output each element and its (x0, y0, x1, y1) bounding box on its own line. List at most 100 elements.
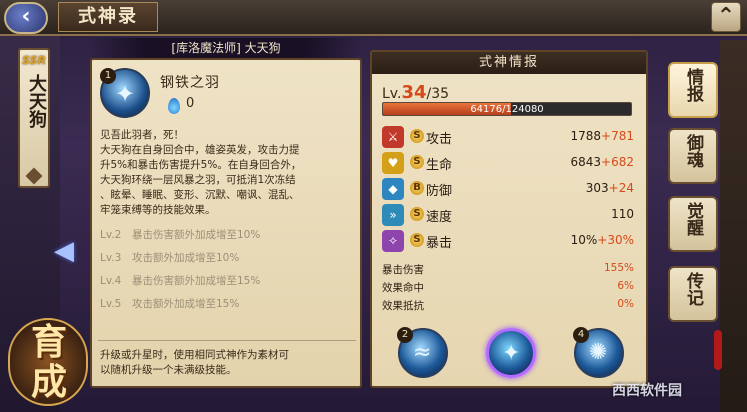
description-line: 升5%和暴击伤害提升5%。在自身回合外， (100, 159, 302, 171)
stats-list: ⚔ S 攻击 1788+781 ♥ S 生命 6843+682 ◆ B 防御 3… (382, 124, 638, 254)
level-line: Lv.34/35 (382, 82, 449, 103)
stat-base: 110 (611, 207, 634, 221)
stat-value: 303+24 (586, 181, 634, 195)
level-text: 暴击伤害额外加成增至10% (132, 229, 261, 241)
sub-stat-value: 6% (617, 280, 634, 292)
level-text: 暴击伤害额外加成增至15% (132, 275, 261, 287)
skill-level-row: Lv.5 攻击额外加成增至15% (100, 293, 354, 316)
growth-label: 育成 (30, 321, 67, 403)
level-tag: Lv.4 (100, 275, 122, 287)
stat-bonus: +682 (601, 155, 634, 169)
tab-info[interactable]: 情报 (668, 62, 718, 118)
shikigami-name: 大天狗 (26, 74, 47, 128)
tab-label: 御魂 (683, 134, 703, 168)
chevron-up-icon: ⌃ (716, 4, 736, 29)
divider (98, 340, 356, 341)
sub-stat-value: 155% (603, 262, 634, 274)
coin-icon: S (410, 233, 424, 247)
stat-name: 攻击 (426, 132, 453, 147)
stat-name: 生命 (426, 158, 453, 173)
right-decoration (720, 40, 747, 412)
description-line: 见吾此羽者，死！ (100, 129, 184, 141)
info-header: 式神情报 (372, 52, 646, 74)
top-bar: ‹ 式神录 ⌃ (0, 0, 747, 36)
sub-stat-row: 效果抵抗 0% (382, 296, 638, 314)
orb-cost: 0 (186, 96, 195, 111)
skill-slot-number: 2 (397, 327, 413, 343)
level-tag: Lv.3 (100, 252, 122, 264)
stat-row-attack: ⚔ S 攻击 1788+781 (382, 124, 638, 150)
stat-value: 6843+682 (570, 155, 634, 169)
orb-icon (168, 98, 180, 114)
level-text: 攻击额外加成增至15% (132, 298, 240, 310)
stat-value: 1788+781 (570, 129, 634, 143)
skill-slot-1-selected[interactable]: ✦ (486, 328, 536, 378)
wind-icon: ≈ (413, 340, 432, 365)
level-prefix: Lv. (382, 86, 402, 102)
stat-name: 速度 (426, 210, 453, 225)
note-line: 升级或升星时，使用相同式神作为素材可 (100, 349, 289, 361)
tab-label: 传记 (683, 272, 703, 306)
stat-name: 暴击 (426, 236, 453, 251)
sub-stat-name: 暴击伤害 (382, 264, 424, 276)
stat-value: 110 (611, 207, 634, 221)
level-current: 34 (401, 82, 427, 103)
coin-icon: B (410, 181, 424, 195)
heart-icon: ♥ (382, 152, 404, 174)
description-line: 牢笼束缚等的技能效果。 (100, 204, 216, 216)
stat-bonus: +24 (608, 181, 634, 195)
boot-icon: » (382, 204, 404, 226)
description-line: 、眩晕、睡眠、变形、沉默、嘲讽、混乱、 (100, 189, 300, 201)
stat-value: 10%+30% (571, 233, 634, 247)
attack-icon: ⚔ (382, 126, 404, 148)
coin-icon: S (410, 129, 424, 143)
level-text: 攻击额外加成增至10% (132, 252, 240, 264)
level-max: /35 (426, 86, 450, 102)
skill-level-row: Lv.3 攻击额外加成增至10% (100, 247, 354, 270)
skill-slot-4[interactable]: 4 ✺ (573, 327, 624, 378)
tab-soul[interactable]: 御魂 (668, 128, 718, 184)
skill-name: 钢铁之羽 (160, 75, 220, 91)
stat-bonus: +781 (601, 129, 634, 143)
stat-row-speed: » S 速度 110 (382, 202, 638, 228)
stat-name: 防御 (426, 184, 453, 199)
shikigami-full-title: [库洛魔法师] 大天狗 (90, 38, 362, 58)
stat-row-defense: ◆ B 防御 303+24 (382, 176, 638, 202)
tab-awaken[interactable]: 觉醒 (668, 196, 718, 252)
watermark: 西西软件园 (612, 383, 682, 399)
skill-level-row: Lv.4 暴击伤害额外加成增至15% (100, 270, 354, 293)
skill-level-badge: 1 (100, 68, 116, 84)
note-line: 以随机升级一个未满级技能。 (100, 364, 237, 376)
sub-stat-row: 效果命中 6% (382, 278, 638, 296)
claw-icon: ✺ (589, 340, 608, 365)
previous-arrow-icon[interactable]: ◀ (54, 238, 84, 264)
crit-icon: ✧ (382, 230, 404, 252)
back-button[interactable]: ‹ (4, 2, 48, 34)
tab-label: 情报 (683, 68, 703, 102)
exp-text: 64176/124080 (470, 104, 544, 115)
level-tag: Lv.2 (100, 229, 122, 241)
growth-button[interactable]: 育成 (8, 318, 88, 408)
tab-biography[interactable]: 传记 (668, 266, 718, 322)
collapse-button[interactable]: ⌃ (711, 2, 741, 32)
stat-base: 10% (570, 233, 598, 247)
shield-icon: ◆ (382, 178, 404, 200)
skill-slot-number: 4 (573, 327, 589, 343)
skill-slot-2[interactable]: 2 ≈ (397, 327, 448, 378)
skill-slots: 2 ≈ ✦ 4 ✺ (397, 327, 628, 384)
stat-row-crit: ✧ S 暴击 10%+30% (382, 228, 638, 254)
sub-stat-row: 暴击伤害 155% (382, 260, 638, 278)
description-line: 大天狗环绕一层风暴之羽，可抵消1次冻结 (100, 174, 296, 186)
tassel-ornament (714, 330, 722, 370)
description-line: 大天狗在自身回合中，雄姿英发，攻击力提 (100, 144, 300, 156)
stat-bonus: +30% (597, 233, 634, 247)
skill-detail-panel: 1 ✦ 钢铁之羽 0 见吾此羽者，死！ 大天狗在自身回合中，雄姿英发，攻击力提 … (90, 58, 362, 388)
coin-icon: S (410, 155, 424, 169)
exp-bar: 64176/124080 (382, 102, 632, 116)
feather-icon: ✦ (502, 341, 521, 366)
skill-description: 见吾此羽者，死！ 大天狗在自身回合中，雄姿英发，攻击力提 升5%和暴击伤害提升5… (100, 128, 354, 218)
page-title: 式神录 (58, 2, 158, 32)
skill-level-list: Lv.2 暴击伤害额外加成增至10% Lv.3 攻击额外加成增至10% Lv.4 暴击… (100, 224, 354, 316)
coin-icon: S (410, 207, 424, 221)
rarity-badge: SSR (22, 54, 46, 67)
